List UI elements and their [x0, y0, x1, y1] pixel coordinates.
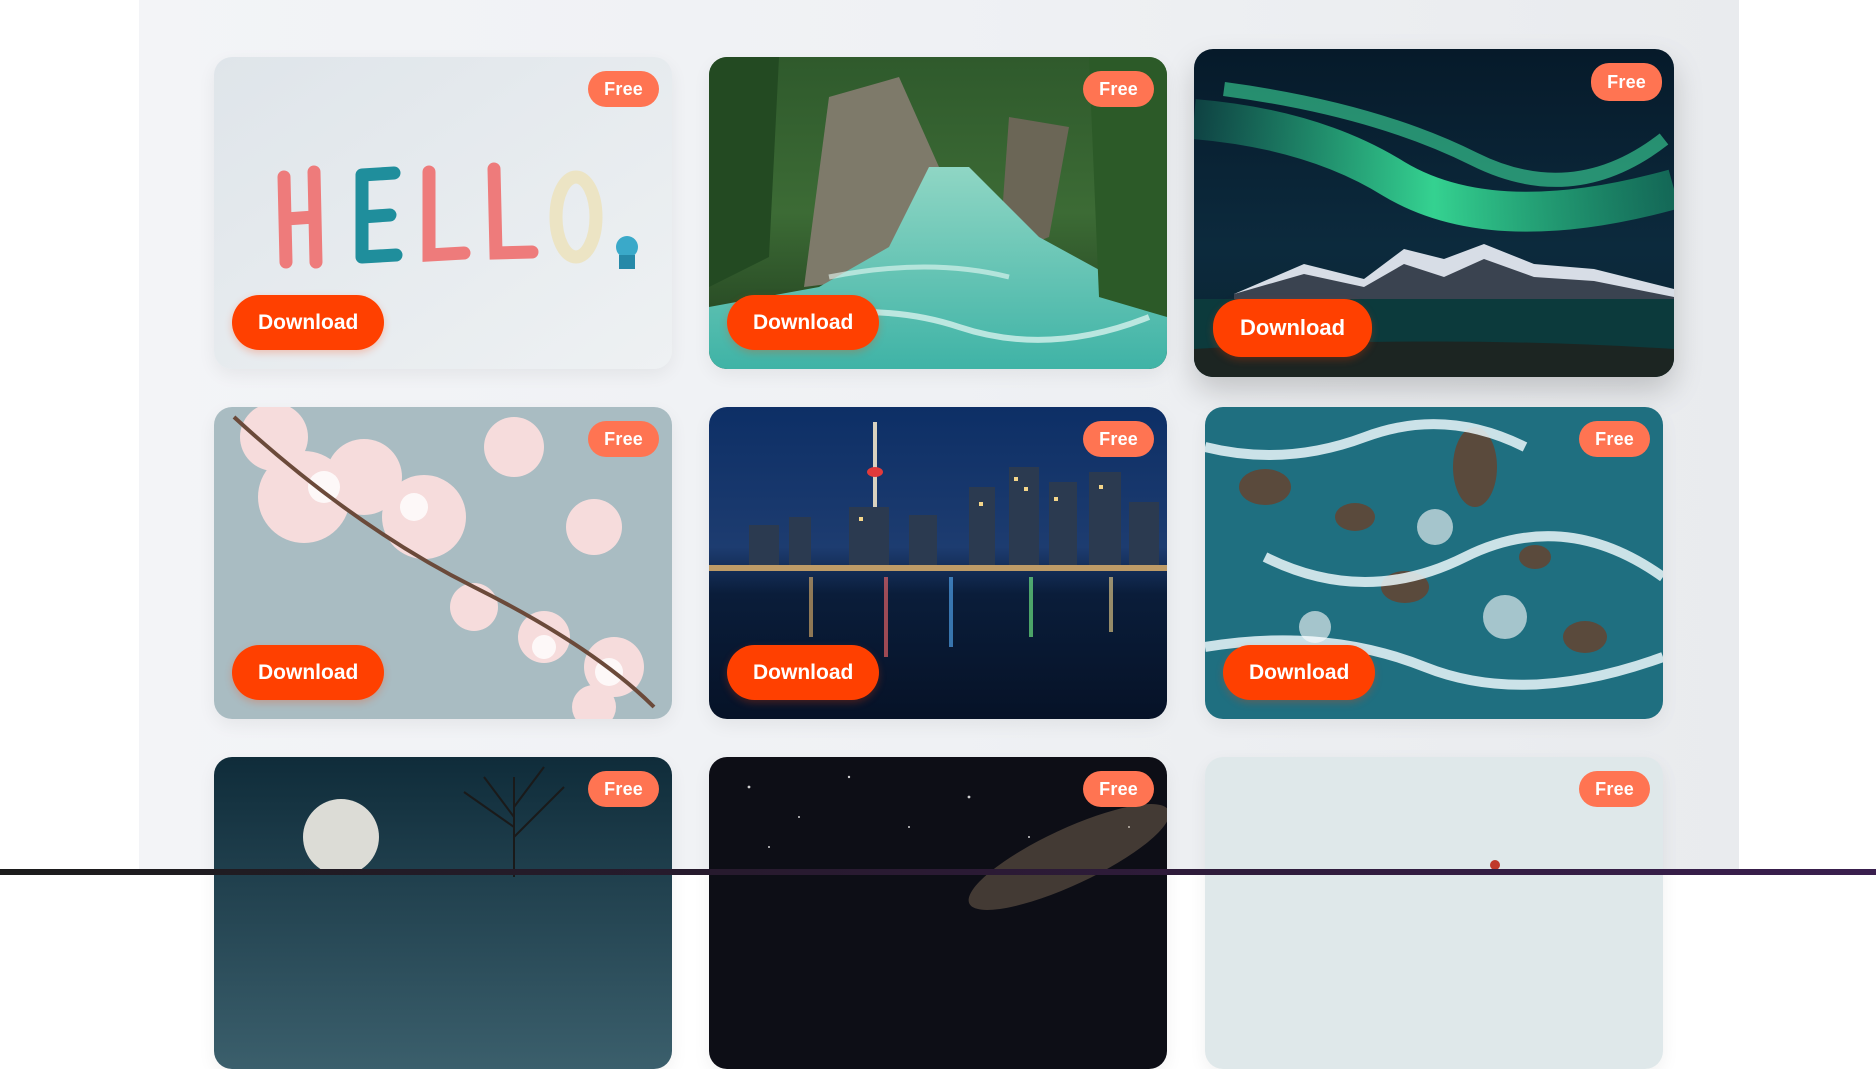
free-badge: Free: [1083, 421, 1154, 457]
free-badge: Free: [588, 771, 659, 807]
free-badge: Free: [588, 421, 659, 457]
download-button[interactable]: Download: [727, 645, 880, 700]
free-badge: Free: [1579, 421, 1650, 457]
download-button[interactable]: Download: [1223, 645, 1376, 700]
image-card-milkyway[interactable]: Free: [709, 757, 1167, 1069]
image-card-moon[interactable]: Free: [214, 757, 672, 1069]
image-card-misty[interactable]: Free: [1205, 757, 1663, 1069]
image-card-hello[interactable]: Free Download: [214, 57, 672, 369]
image-card-river[interactable]: Free Download: [709, 57, 1167, 369]
free-badge: Free: [1083, 771, 1154, 807]
download-button[interactable]: Download: [1213, 299, 1373, 357]
free-badge: Free: [1083, 71, 1154, 107]
download-button[interactable]: Download: [727, 295, 880, 350]
free-badge: Free: [1591, 63, 1662, 101]
image-card-blossoms[interactable]: Free Download: [214, 407, 672, 719]
image-card-aurora[interactable]: Free Download: [1194, 49, 1674, 377]
image-card-ocean[interactable]: Free Download: [1205, 407, 1663, 719]
taskbar-edge: [0, 869, 1876, 875]
download-button[interactable]: Download: [232, 645, 385, 700]
free-badge: Free: [588, 71, 659, 107]
free-badge: Free: [1579, 771, 1650, 807]
download-button[interactable]: Download: [232, 295, 385, 350]
image-card-skyline[interactable]: Free Download: [709, 407, 1167, 719]
